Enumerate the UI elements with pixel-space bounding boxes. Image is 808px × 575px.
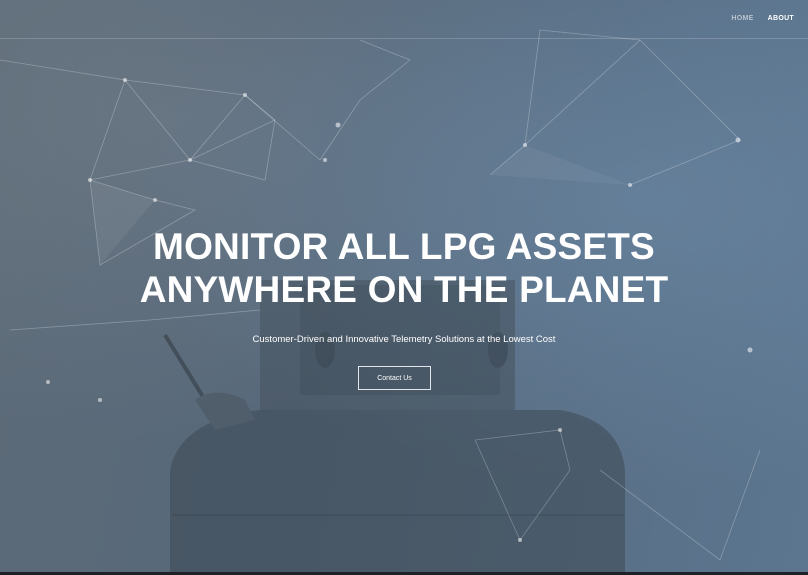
nav-link-home[interactable]: HOME xyxy=(731,15,753,22)
hero-title-line1: MONITOR ALL LPG ASSETS xyxy=(153,226,655,267)
nav-link-about[interactable]: ABOUT xyxy=(768,15,794,22)
hero-title-line2: ANYWHERE ON THE PLANET xyxy=(139,269,669,310)
gas-cylinder-illustration xyxy=(163,280,625,575)
top-navigation-bar: HOME ABOUT xyxy=(0,0,808,39)
hero-title: MONITOR ALL LPG ASSETS ANYWHERE ON THE P… xyxy=(0,225,808,311)
main-nav: HOME ABOUT xyxy=(731,15,794,22)
hero-subtitle: Customer-Driven and Innovative Telemetry… xyxy=(252,334,556,345)
contact-us-button[interactable]: Contact Us xyxy=(358,366,431,390)
hero-section: HOME ABOUT MONITOR ALL LPG ASSETS ANYWHE… xyxy=(0,0,808,575)
polygon-highlight-right xyxy=(490,145,630,185)
